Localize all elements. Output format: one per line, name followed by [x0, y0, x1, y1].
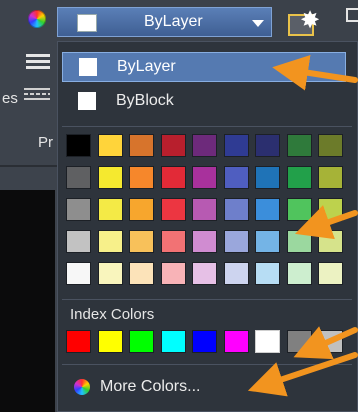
- index-color-swatch[interactable]: [97, 330, 123, 353]
- color-swatch[interactable]: [286, 230, 312, 253]
- color-swatch[interactable]: [129, 198, 154, 221]
- color-swatch[interactable]: [286, 198, 312, 221]
- color-swatch[interactable]: [97, 166, 123, 189]
- color-swatch[interactable]: [192, 230, 217, 253]
- index-color-swatch[interactable]: [223, 330, 249, 353]
- color-swatch[interactable]: [192, 198, 217, 221]
- separator: [62, 126, 352, 127]
- color-swatch[interactable]: [129, 262, 154, 285]
- index-color-swatch[interactable]: [66, 330, 91, 353]
- selected-color-swatch: [77, 14, 97, 32]
- color-swatch[interactable]: [97, 134, 123, 157]
- more-colors-label: More Colors...: [100, 378, 201, 395]
- ribbon-cut-label: es: [2, 90, 18, 107]
- color-swatch[interactable]: [160, 262, 186, 285]
- color-swatch[interactable]: [255, 134, 280, 157]
- color-swatch[interactable]: [255, 198, 280, 221]
- match-properties-button[interactable]: ✸: [284, 7, 320, 38]
- lineweight-icon[interactable]: [26, 54, 50, 76]
- color-swatch[interactable]: [255, 230, 280, 253]
- color-dropdown[interactable]: ByLayer: [57, 7, 272, 37]
- index-colors-heading: Index Colors: [70, 306, 155, 323]
- color-swatch[interactable]: [318, 134, 343, 157]
- color-swatch[interactable]: [66, 134, 91, 157]
- color-swatch[interactable]: [318, 230, 343, 253]
- color-swatch[interactable]: [129, 166, 154, 189]
- color-swatch[interactable]: [97, 230, 123, 253]
- index-color-swatch[interactable]: [192, 330, 217, 353]
- color-swatch[interactable]: [286, 166, 312, 189]
- color-swatch[interactable]: [223, 230, 249, 253]
- color-swatch[interactable]: [66, 166, 91, 189]
- index-color-swatch[interactable]: [255, 330, 280, 353]
- color-wheel-icon[interactable]: [28, 10, 46, 28]
- color-swatch[interactable]: [223, 262, 249, 285]
- chevron-down-icon[interactable]: [252, 20, 264, 27]
- option-bylayer-label: ByLayer: [117, 58, 176, 75]
- color-swatch[interactable]: [255, 166, 280, 189]
- color-swatch[interactable]: [160, 198, 186, 221]
- index-color-swatch[interactable]: [286, 330, 312, 353]
- color-swatch[interactable]: [223, 166, 249, 189]
- ribbon-divider: [0, 165, 58, 167]
- panel-title-cut: Pr: [38, 134, 53, 151]
- index-color-swatch[interactable]: [129, 330, 154, 353]
- separator: [62, 364, 352, 365]
- color-swatch[interactable]: [66, 262, 91, 285]
- color-swatch[interactable]: [97, 262, 123, 285]
- color-swatch[interactable]: [66, 198, 91, 221]
- option-bylayer[interactable]: ByLayer: [62, 52, 346, 82]
- color-swatch[interactable]: [192, 134, 217, 157]
- color-swatch[interactable]: [160, 166, 186, 189]
- color-swatch[interactable]: [129, 230, 154, 253]
- color-swatch[interactable]: [160, 134, 186, 157]
- color-swatch[interactable]: [255, 262, 280, 285]
- option-bylayer-swatch: [79, 58, 97, 76]
- color-swatch[interactable]: [97, 198, 123, 221]
- color-swatch[interactable]: [223, 198, 249, 221]
- color-swatch[interactable]: [129, 134, 154, 157]
- color-swatch[interactable]: [160, 230, 186, 253]
- color-swatch[interactable]: [318, 262, 343, 285]
- color-swatch[interactable]: [318, 198, 343, 221]
- option-byblock-swatch: [78, 92, 96, 110]
- more-colors-button[interactable]: More Colors...: [66, 371, 352, 403]
- option-byblock[interactable]: ByBlock: [62, 87, 346, 117]
- option-byblock-label: ByBlock: [116, 92, 174, 109]
- color-swatch[interactable]: [286, 262, 312, 285]
- separator: [62, 299, 352, 300]
- index-color-swatch[interactable]: [318, 330, 343, 353]
- color-swatch[interactable]: [286, 134, 312, 157]
- color-swatch[interactable]: [223, 134, 249, 157]
- selected-color-label: ByLayer: [144, 13, 203, 30]
- sparkle-icon: ✸: [300, 7, 321, 34]
- index-color-swatch[interactable]: [160, 330, 186, 353]
- color-swatch[interactable]: [192, 166, 217, 189]
- color-swatch[interactable]: [318, 166, 343, 189]
- color-popup: ByLayer ByBlock Index Colors More Colors…: [57, 41, 358, 412]
- color-swatch[interactable]: [66, 230, 91, 253]
- drawing-area: [0, 190, 55, 412]
- color-swatch[interactable]: [192, 262, 217, 285]
- color-wheel-icon: [74, 379, 90, 395]
- linetype-icon[interactable]: [24, 88, 50, 106]
